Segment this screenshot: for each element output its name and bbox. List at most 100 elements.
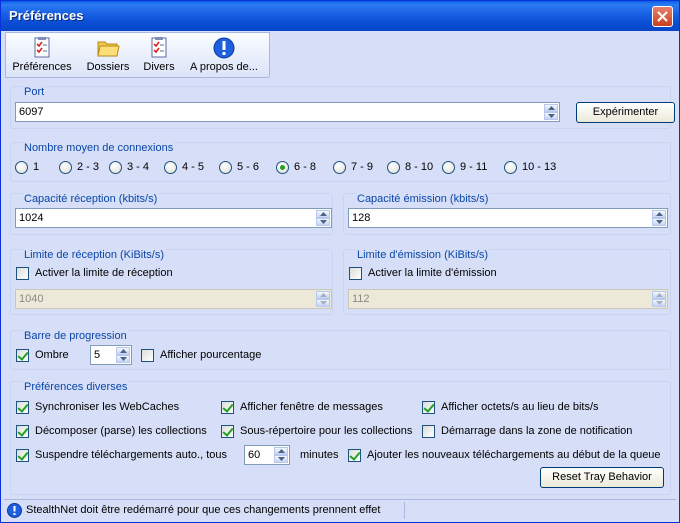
limit-reception-box[interactable] (16, 266, 29, 280)
close-button[interactable] (652, 6, 673, 27)
limit-reception-spinner (316, 291, 330, 307)
capacity-reception-input[interactable]: 1024 (15, 208, 332, 228)
limit-emission-group: Limite d'émission (KiBits/s) Activer la … (343, 249, 671, 315)
capacity-emission-title: Capacité émission (kbits/s) (356, 193, 490, 205)
spin-up-button[interactable] (116, 347, 130, 355)
experiment-button[interactable]: Expérimenter (576, 102, 675, 123)
misc-group-title: Préférences diverses (23, 381, 129, 393)
capacity-reception-spinner[interactable] (316, 210, 330, 226)
close-icon (657, 11, 668, 22)
radio-circle[interactable] (15, 160, 28, 174)
chevron-up-icon (319, 212, 327, 216)
radio-circle[interactable] (442, 160, 455, 174)
parse-collections-box[interactable] (16, 424, 29, 438)
shadow-input[interactable]: 5 (90, 345, 132, 365)
shadow-label: Ombre (35, 349, 69, 361)
toolbar-misc-button[interactable]: Divers (139, 35, 179, 77)
title-bar[interactable]: Préférences (1, 1, 679, 31)
suspend-interval-spinner[interactable] (274, 447, 288, 463)
parse-collections-checkbox[interactable]: Décomposer (parse) les collections (16, 424, 207, 438)
sync-webcaches-box[interactable] (16, 400, 29, 414)
connections-radio-3[interactable]: 3 - 4 (109, 160, 149, 174)
radio-circle[interactable] (59, 160, 72, 174)
radio-circle[interactable] (164, 160, 177, 174)
checklist-icon (34, 37, 50, 58)
spin-down-button[interactable] (544, 112, 558, 120)
capacity-emission-spinner[interactable] (652, 210, 666, 226)
limit-reception-value: 1040 (19, 293, 44, 305)
client-area: Préférences Dossiers Divers A propos de.… (4, 31, 676, 521)
chevron-up-icon (547, 106, 555, 110)
info-icon (213, 37, 235, 59)
connections-radio-8[interactable]: 8 - 10 (387, 160, 433, 174)
connections-radio-1[interactable]: 1 (15, 160, 39, 174)
spin-down-button[interactable] (116, 355, 130, 363)
status-bar: StealthNet doit être redémarré pour que … (4, 499, 676, 521)
chevron-up-icon (655, 212, 663, 216)
subfolder-collections-checkbox[interactable]: Sous-répertoire pour les collections (221, 424, 412, 438)
percent-box[interactable] (141, 348, 154, 362)
suspend-downloads-box[interactable] (16, 448, 29, 462)
radio-circle[interactable] (333, 160, 346, 174)
limit-emission-box[interactable] (349, 266, 362, 280)
show-messages-box[interactable] (221, 400, 234, 414)
spin-down-button[interactable] (316, 218, 330, 226)
chevron-down-icon (547, 114, 555, 118)
toolbar-about-button[interactable]: A propos de... (184, 35, 264, 77)
connections-radio-5[interactable]: 5 - 6 (219, 160, 259, 174)
spin-up-button[interactable] (544, 104, 558, 112)
radio-label: 1 (33, 161, 40, 173)
shadow-checkbox[interactable]: Ombre (16, 348, 69, 362)
add-new-top-checkbox[interactable]: Ajouter les nouveaux téléchargements au … (348, 448, 661, 462)
limit-reception-checkbox[interactable]: Activer la limite de réception (16, 266, 173, 280)
spin-down-button[interactable] (274, 455, 288, 463)
radio-circle[interactable] (109, 160, 122, 174)
bytes-per-sec-checkbox[interactable]: Afficher octets/s au lieu de bits/s (422, 400, 599, 414)
spin-down-button[interactable] (652, 218, 666, 226)
connections-radio-7[interactable]: 7 - 9 (333, 160, 373, 174)
radio-circle[interactable] (276, 160, 289, 174)
connections-radio-10[interactable]: 10 - 13 (504, 160, 556, 174)
start-tray-box[interactable] (422, 424, 435, 438)
shadow-box[interactable] (16, 348, 29, 362)
chevron-up-icon (277, 449, 285, 453)
show-messages-checkbox[interactable]: Afficher fenêtre de messages (221, 400, 383, 414)
radio-label: 2 - 3 (77, 161, 100, 173)
shadow-spinner[interactable] (116, 347, 130, 363)
connections-radio-4[interactable]: 4 - 5 (164, 160, 204, 174)
percent-checkbox[interactable]: Afficher pourcentage (141, 348, 261, 362)
spin-up-button[interactable] (652, 210, 666, 218)
suspend-downloads-checkbox[interactable]: Suspendre téléchargements auto., tous (16, 448, 227, 462)
start-tray-checkbox[interactable]: Démarrage dans la zone de notification (422, 424, 632, 438)
radio-circle[interactable] (504, 160, 517, 174)
add-new-top-label: Ajouter les nouveaux téléchargements au … (367, 449, 661, 461)
connections-group: Nombre moyen de connexions 1 2 - 3 3 - 4 4 … (10, 142, 671, 182)
connections-radio-9[interactable]: 9 - 11 (442, 160, 487, 174)
add-new-top-box[interactable] (348, 448, 361, 462)
reset-tray-button[interactable]: Reset Tray Behavior (540, 467, 664, 488)
toolbar-preferences-button[interactable]: Préférences (9, 35, 75, 77)
connections-radio-2[interactable]: 2 - 3 (59, 160, 99, 174)
spin-up-button[interactable] (274, 447, 288, 455)
capacity-emission-group: Capacité émission (kbits/s) 128 (343, 193, 671, 235)
chevron-down-icon (655, 220, 663, 224)
radio-circle[interactable] (219, 160, 232, 174)
port-input[interactable]: 6097 (15, 102, 560, 122)
port-spinner[interactable] (544, 104, 558, 120)
toolbar-folders-button[interactable]: Dossiers (83, 35, 133, 77)
status-separator (404, 502, 405, 519)
subfolder-collections-box[interactable] (221, 424, 234, 438)
radio-circle[interactable] (387, 160, 400, 174)
connections-radio-6[interactable]: 6 - 8 (276, 160, 316, 174)
chevron-down-icon (119, 357, 127, 361)
limit-emission-checkbox[interactable]: Activer la limite d'émission (349, 266, 497, 280)
spin-up-button[interactable] (316, 210, 330, 218)
sync-webcaches-checkbox[interactable]: Synchroniser les WebCaches (16, 400, 179, 414)
suspend-interval-input[interactable]: 60 (244, 445, 290, 465)
minutes-label: minutes (300, 449, 339, 461)
bytes-per-sec-box[interactable] (422, 400, 435, 414)
capacity-emission-input[interactable]: 128 (348, 208, 668, 228)
shadow-value: 5 (94, 349, 101, 361)
spin-down-button (316, 299, 330, 307)
limit-reception-input: 1040 (15, 289, 332, 309)
